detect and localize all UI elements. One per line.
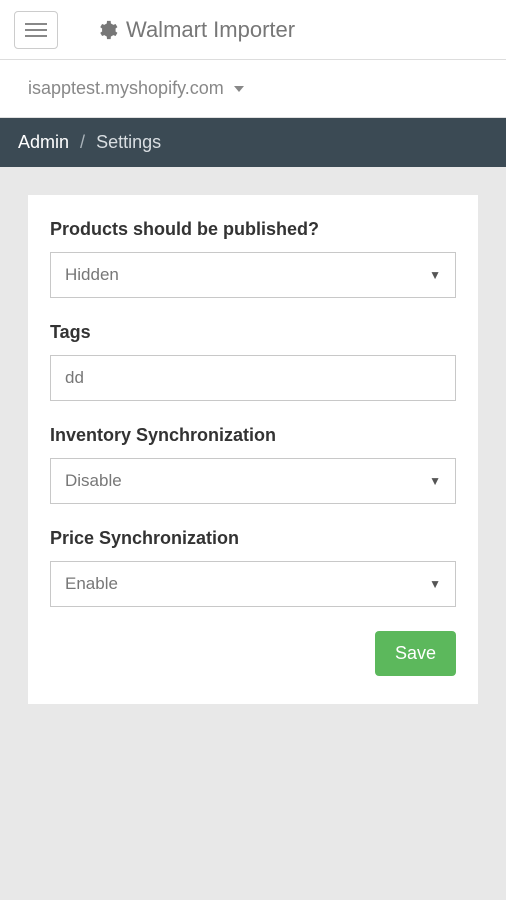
- tags-label: Tags: [50, 322, 456, 343]
- brand-text: Walmart Importer: [126, 17, 295, 43]
- field-inventory-sync: Inventory Synchronization Disable ▼: [50, 425, 456, 504]
- inventory-sync-label: Inventory Synchronization: [50, 425, 456, 446]
- publish-select[interactable]: Hidden ▼: [50, 252, 456, 298]
- inventory-sync-select[interactable]: Disable ▼: [50, 458, 456, 504]
- chevron-down-icon: [234, 86, 244, 92]
- inventory-sync-value: Disable: [65, 471, 122, 491]
- price-sync-select[interactable]: Enable ▼: [50, 561, 456, 607]
- breadcrumb: Admin / Settings: [0, 118, 506, 167]
- breadcrumb-root[interactable]: Admin: [18, 132, 69, 152]
- form-actions: Save: [50, 631, 456, 676]
- field-price-sync: Price Synchronization Enable ▼: [50, 528, 456, 607]
- save-button[interactable]: Save: [375, 631, 456, 676]
- publish-value: Hidden: [65, 265, 119, 285]
- tags-input[interactable]: [50, 355, 456, 401]
- price-sync-label: Price Synchronization: [50, 528, 456, 549]
- breadcrumb-separator: /: [80, 132, 85, 152]
- price-sync-value: Enable: [65, 574, 118, 594]
- field-publish: Products should be published? Hidden ▼: [50, 219, 456, 298]
- shop-selector[interactable]: isapptest.myshopify.com: [0, 60, 506, 118]
- chevron-down-icon: ▼: [429, 474, 441, 488]
- field-tags: Tags: [50, 322, 456, 401]
- content: Products should be published? Hidden ▼ T…: [0, 167, 506, 732]
- settings-card: Products should be published? Hidden ▼ T…: [28, 195, 478, 704]
- breadcrumb-current: Settings: [96, 132, 161, 152]
- brand: Walmart Importer: [96, 17, 295, 43]
- chevron-down-icon: ▼: [429, 577, 441, 591]
- menu-button[interactable]: [14, 11, 58, 49]
- gear-icon: [96, 19, 118, 41]
- top-bar: Walmart Importer: [0, 0, 506, 60]
- shop-name: isapptest.myshopify.com: [28, 78, 224, 99]
- publish-label: Products should be published?: [50, 219, 456, 240]
- chevron-down-icon: ▼: [429, 268, 441, 282]
